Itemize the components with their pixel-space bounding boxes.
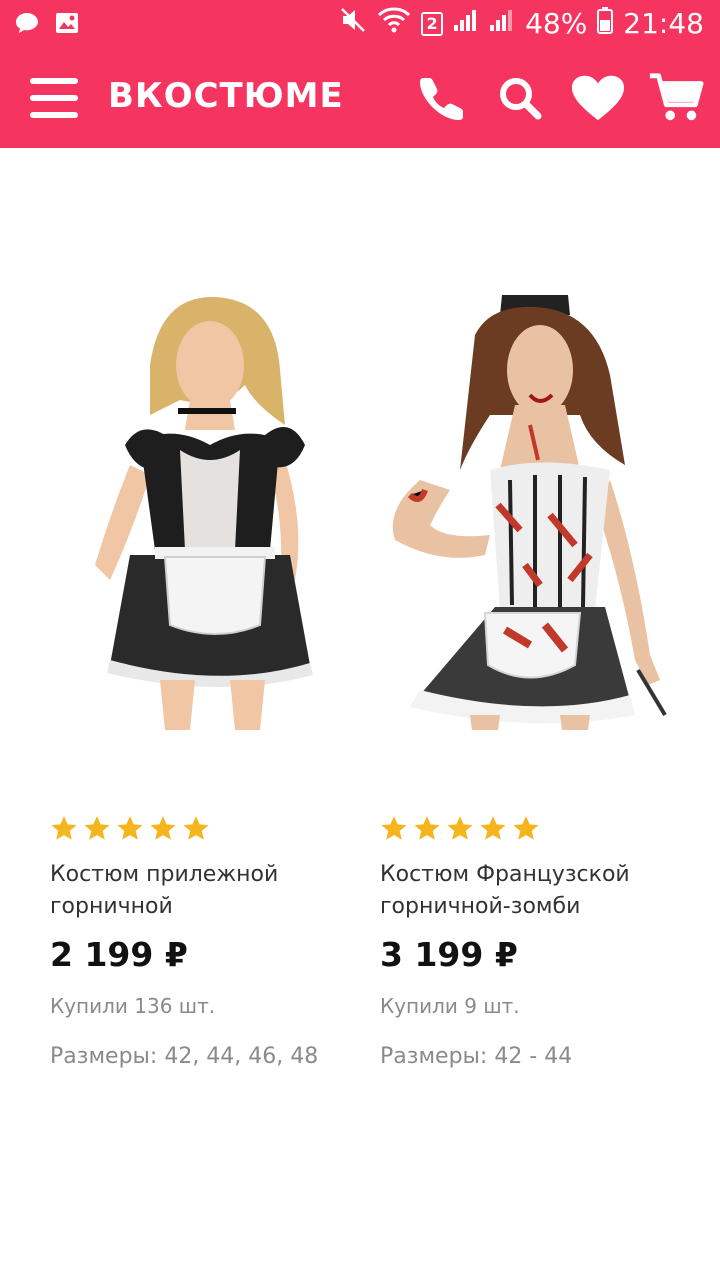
menu-icon[interactable] <box>30 78 78 118</box>
chat-bubble-icon <box>14 10 40 40</box>
rating-stars <box>380 815 700 843</box>
status-bar: 2 48% 21:48 <box>0 0 720 50</box>
cart-icon[interactable] <box>648 68 704 128</box>
star-icon <box>116 815 144 843</box>
star-icon <box>479 815 507 843</box>
purchase-count: Купили 136 шт. <box>50 994 216 1018</box>
star-icon <box>149 815 177 843</box>
heart-icon[interactable] <box>570 68 626 128</box>
star-icon <box>413 815 441 843</box>
app-header: ВКОСТЮМЕ <box>0 50 720 148</box>
rating-stars <box>50 815 370 843</box>
star-icon <box>182 815 210 843</box>
signal-icon-2 <box>489 7 515 40</box>
product-photo[interactable] <box>70 295 360 730</box>
product-name[interactable]: Костюм прилежной горничной <box>50 859 370 923</box>
star-icon <box>83 815 111 843</box>
signal-icon <box>453 7 479 40</box>
wifi-icon <box>377 6 411 41</box>
product-name-line: горничной <box>50 894 173 919</box>
battery-percent: 48% <box>525 7 588 40</box>
mute-icon <box>339 6 367 41</box>
clock: 21:48 <box>623 7 704 40</box>
product-price: 3 199 ₽ <box>380 935 518 974</box>
image-icon <box>54 10 80 40</box>
star-icon <box>50 815 78 843</box>
product-name[interactable]: Костюм Французской горничной-зомби <box>380 859 700 923</box>
sizes-available: Размеры: 42, 44, 46, 48 <box>50 1044 319 1069</box>
phone-icon[interactable] <box>414 68 470 128</box>
purchase-count: Купили 9 шт. <box>380 994 520 1018</box>
product-name-line: горничной-зомби <box>380 894 581 919</box>
sim-badge: 2 <box>421 11 444 36</box>
product-card[interactable]: Костюм прилежной горничной 2 199 ₽ Купил… <box>50 295 370 1069</box>
product-price: 2 199 ₽ <box>50 935 188 974</box>
search-icon[interactable] <box>492 68 548 128</box>
product-name-line: Костюм прилежной <box>50 862 279 887</box>
star-icon <box>446 815 474 843</box>
sizes-available: Размеры: 42 - 44 <box>380 1044 573 1069</box>
star-icon <box>380 815 408 843</box>
product-name-line: Костюм Французской <box>380 862 630 887</box>
product-photo[interactable] <box>380 295 670 730</box>
brand-logo[interactable]: ВКОСТЮМЕ <box>108 76 344 116</box>
star-icon <box>512 815 540 843</box>
battery-icon <box>597 6 614 41</box>
product-card[interactable]: Костюм Французской горничной-зомби 3 199… <box>380 295 700 1069</box>
